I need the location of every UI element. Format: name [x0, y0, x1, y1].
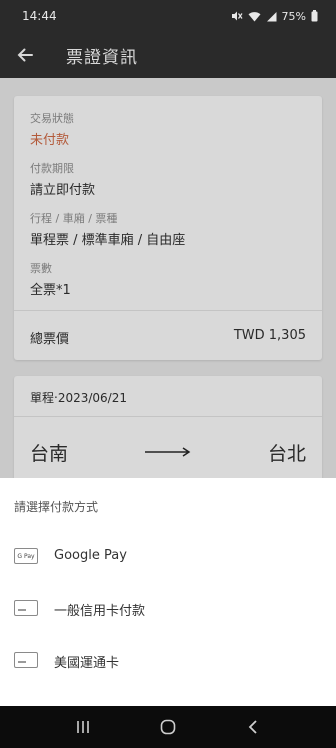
page-title: 票證資訊 — [66, 47, 138, 68]
count-label: 票數 — [30, 262, 52, 275]
mute-icon — [231, 11, 243, 21]
arrival-station: 台北 — [267, 443, 306, 465]
system-nav-bar — [0, 706, 336, 748]
total-label: 總票價 — [30, 332, 70, 347]
app-bar: 票證資訊 — [0, 32, 336, 78]
status-time: 14:44 — [22, 9, 57, 23]
count-value: 全票*1 — [30, 283, 71, 298]
payment-option-label: 美國運通卡 — [54, 656, 120, 671]
divider — [14, 416, 322, 417]
route-arrow-icon — [145, 447, 191, 457]
ticket-content: 交易狀態 未付款 付款期限 請立即付款 行程 / 車廂 / 票種 單程票 / 標… — [0, 78, 336, 478]
status-value: 未付款 — [30, 133, 70, 148]
payment-option-amex[interactable]: 美國運通卡 — [0, 636, 336, 684]
sheet-title: 請選擇付款方式 — [14, 500, 99, 514]
payment-option-google-pay[interactable]: G Pay Google Pay — [0, 532, 336, 580]
status-label: 交易狀態 — [30, 112, 74, 125]
payment-method-sheet: 請選擇付款方式 G Pay Google Pay 一般信用卡付款 美國運通卡 — [0, 478, 336, 706]
status-bar: 14:44 75% — [0, 0, 336, 32]
divider — [14, 310, 322, 311]
ticket-info-card: 交易狀態 未付款 付款期限 請立即付款 行程 / 車廂 / 票種 單程票 / 標… — [14, 96, 322, 360]
payment-option-label: Google Pay — [54, 548, 127, 563]
trip-value: 單程票 / 標準車廂 / 自由座 — [30, 233, 186, 248]
count-field: 票數 全票*1 — [30, 260, 71, 298]
departure-station: 台南 — [30, 443, 69, 465]
chevron-left-icon — [249, 720, 257, 734]
wifi-icon — [248, 11, 261, 21]
payment-option-credit-card[interactable]: 一般信用卡付款 — [0, 584, 336, 632]
battery-icon — [311, 10, 318, 22]
arrow-left-icon — [17, 48, 33, 62]
back-button[interactable] — [0, 32, 50, 78]
credit-card-icon — [14, 652, 38, 668]
journey-card: 單程‧2023/06/21 台南 台北 — [14, 376, 322, 478]
total-value: TWD 1,305 — [233, 328, 306, 343]
recent-apps-icon — [76, 721, 89, 733]
back-nav-button[interactable] — [233, 711, 273, 743]
trip-field: 行程 / 車廂 / 票種 單程票 / 標準車廂 / 自由座 — [30, 210, 185, 248]
battery-percent: 75% — [281, 9, 306, 23]
deadline-value: 請立即付款 — [30, 183, 96, 198]
payment-option-label: 一般信用卡付款 — [54, 604, 146, 619]
credit-card-icon — [14, 600, 38, 616]
signal-icon — [266, 11, 277, 21]
trip-label: 行程 / 車廂 / 票種 — [30, 212, 118, 225]
deadline-field: 付款期限 請立即付款 — [30, 160, 95, 198]
google-pay-icon: G Pay — [14, 548, 38, 564]
deadline-label: 付款期限 — [30, 162, 74, 175]
trip-date: 單程‧2023/06/21 — [30, 391, 127, 405]
status-icons: 75% — [231, 10, 318, 23]
recent-apps-button[interactable] — [63, 711, 103, 743]
home-icon — [160, 719, 176, 735]
home-button[interactable] — [148, 711, 188, 743]
status-field: 交易狀態 未付款 — [30, 110, 74, 148]
